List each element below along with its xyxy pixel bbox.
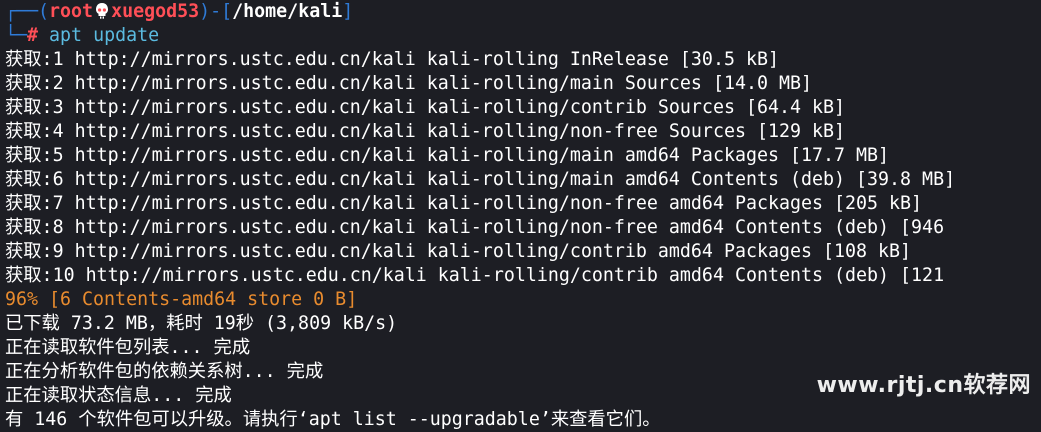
fetch-line: 获取:9 http://mirrors.ustc.edu.cn/kali kal…	[5, 241, 912, 262]
skull-icon	[95, 2, 109, 20]
prompt-bracket-end: ]	[342, 1, 354, 22]
downloaded-summary: 已下载 73.2 MB，耗时 19秒 (3,809 kB/s)	[5, 313, 398, 334]
terminal-window[interactable]: ┌──(root xuegod53)-[/home/kali] └─# apt u…	[0, 0, 1041, 430]
command-text: apt update	[49, 25, 160, 46]
prompt-path: /home/kali	[232, 1, 343, 22]
prompt-user: root	[49, 1, 94, 22]
fetch-line: 获取:10 http://mirrors.ustc.edu.cn/kali ka…	[5, 265, 945, 286]
prompt-hash: #	[27, 25, 39, 46]
prompt-frame-bottom: └─	[5, 25, 28, 46]
fetch-line: 获取:2 http://mirrors.ustc.edu.cn/kali kal…	[5, 73, 812, 94]
prompt-frame-top: ┌──(	[5, 1, 50, 22]
prompt-line-command: └─# apt update	[5, 24, 1041, 48]
fetch-line: 获取:4 http://mirrors.ustc.edu.cn/kali kal…	[5, 121, 846, 142]
prompt-line-top: ┌──(root xuegod53)-[/home/kali]	[5, 0, 1041, 24]
upgradable-notice: 有 146 个软件包可以升级。请执行‘apt list --upgradable…	[5, 409, 661, 430]
fetch-line: 获取:5 http://mirrors.ustc.edu.cn/kali kal…	[5, 145, 890, 166]
fetch-line: 获取:1 http://mirrors.ustc.edu.cn/kali kal…	[5, 49, 779, 70]
progress-line: 96% [6 Contents-amd64 store 0 B]	[5, 289, 358, 310]
fetch-line: 获取:6 http://mirrors.ustc.edu.cn/kali kal…	[5, 169, 956, 190]
fetch-line: 获取:7 http://mirrors.ustc.edu.cn/kali kal…	[5, 193, 923, 214]
prompt-host: xuegod53	[111, 1, 200, 22]
fetch-line: 获取:8 http://mirrors.ustc.edu.cn/kali kal…	[5, 217, 945, 238]
fetch-line: 获取:3 http://mirrors.ustc.edu.cn/kali kal…	[5, 97, 846, 118]
terminal-output: ┌──(root xuegod53)-[/home/kali] └─# apt u…	[5, 0, 1041, 432]
site-watermark: www.rjtj.cn软荐网	[816, 373, 1031, 398]
reading-package-lists: 正在读取软件包列表... 完成	[5, 337, 251, 358]
prompt-bracket-mid: )-[	[199, 1, 233, 22]
